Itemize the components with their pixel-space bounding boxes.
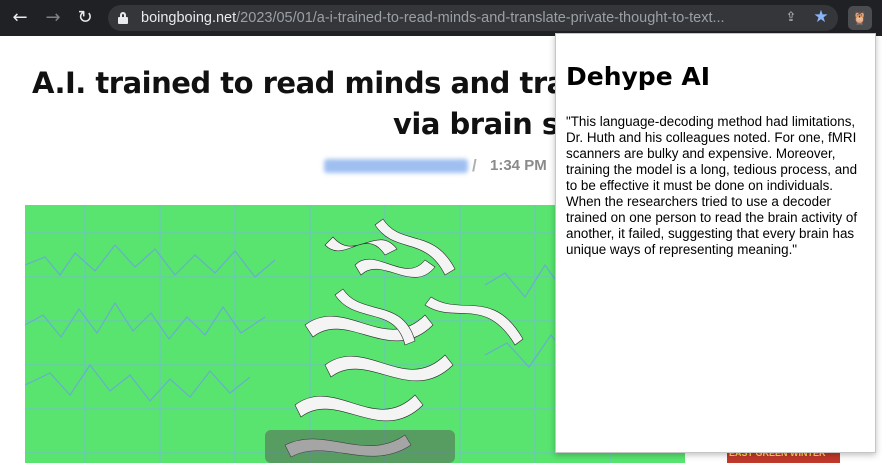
headline-line-1: A.I. trained to read minds and trans (32, 66, 603, 100)
author-name-blurred[interactable] (324, 159, 468, 173)
popup-quote-text: "This language-decoding method had limit… (566, 114, 858, 257)
headline-line-2: via brain sc (393, 107, 576, 141)
address-bar[interactable]: boingboing.net/2023/05/01/a-i-trained-to… (108, 5, 838, 31)
forward-arrow-icon[interactable]: → (41, 7, 65, 29)
publish-time: 1:34 PM (490, 157, 547, 174)
share-icon[interactable]: ⇪ (784, 10, 798, 26)
url-host: boingboing.net (141, 10, 237, 26)
popup-title: Dehype AI (566, 62, 711, 91)
byline-separator: / (472, 156, 477, 175)
url-path: /2023/05/01/a-i-trained-to-read-minds-an… (236, 10, 725, 26)
reload-icon[interactable]: ↻ (73, 7, 97, 29)
url-text[interactable]: boingboing.net/2023/05/01/a-i-trained-to… (141, 9, 771, 27)
browser-toolbar: ← → ↻ boingboing.net/2023/05/01/a-i-trai… (0, 0, 882, 36)
dehype-ai-popup: Dehype AI "This language-decoding method… (555, 33, 876, 453)
bookmark-star-icon[interactable]: ★ (812, 7, 830, 27)
article-byline: / 1:34 PM (322, 156, 562, 178)
lock-icon[interactable] (118, 12, 128, 24)
extension-owl-icon[interactable]: 🦉 (848, 6, 872, 30)
back-arrow-icon[interactable]: ← (8, 7, 32, 29)
